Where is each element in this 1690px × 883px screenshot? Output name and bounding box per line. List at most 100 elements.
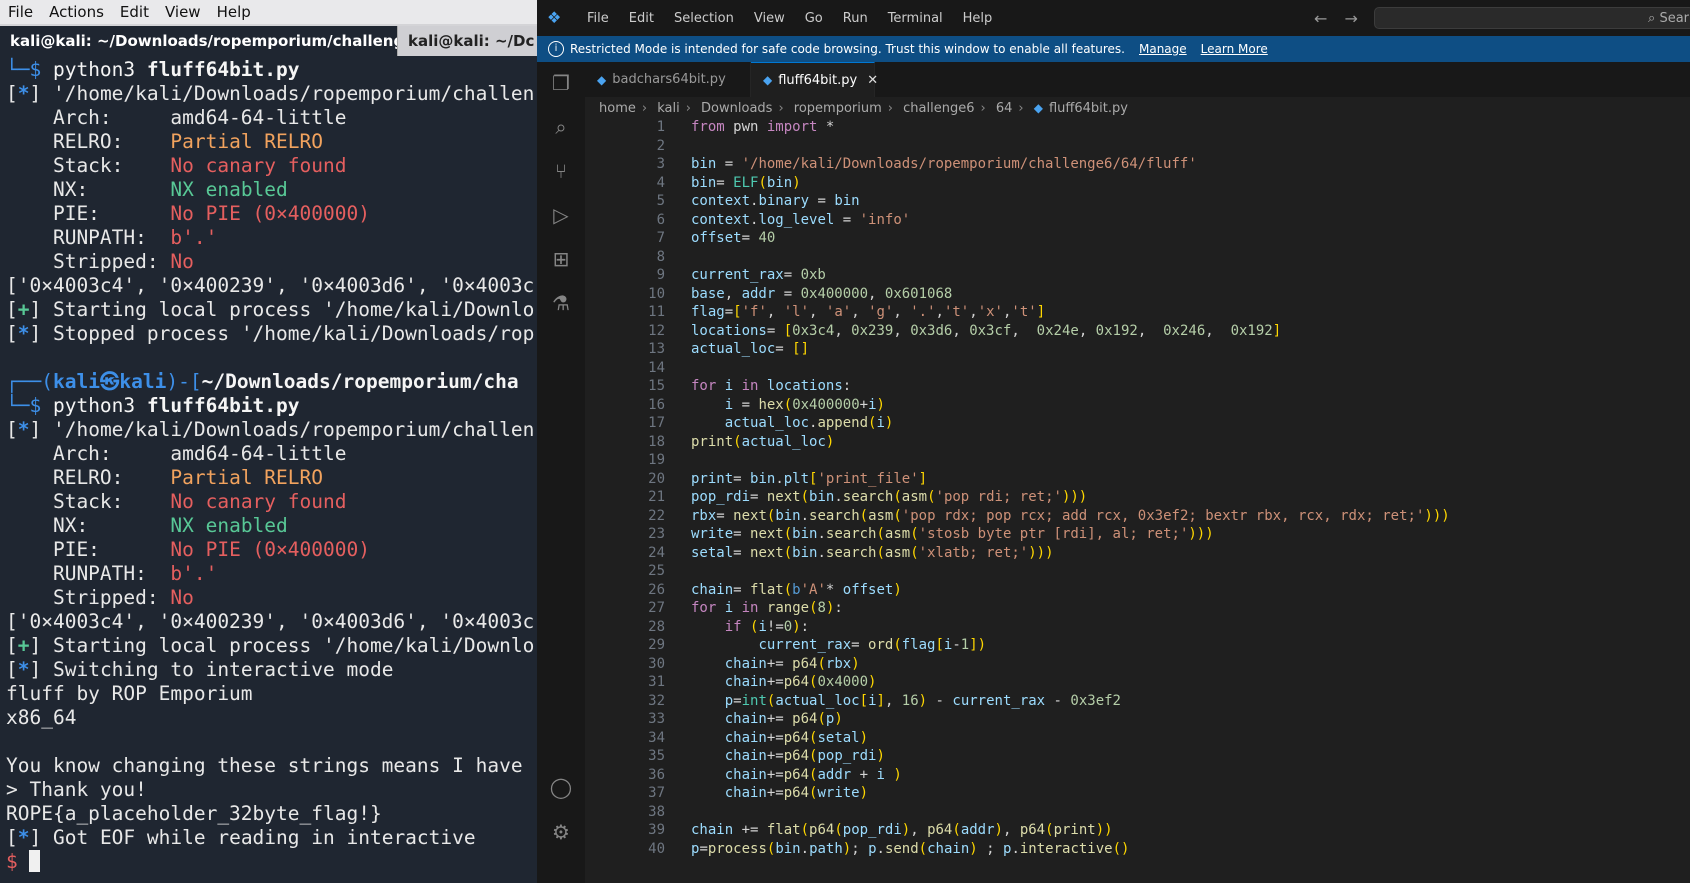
- code-token: (: [876, 526, 885, 542]
- command-center-search[interactable]: ⌕ Sear: [1374, 7, 1690, 29]
- breadcrumb-item[interactable]: kali: [657, 101, 680, 116]
- line-number: 22: [648, 507, 665, 524]
- breadcrumb-item[interactable]: fluff64bit.py: [1049, 101, 1128, 116]
- code-content[interactable]: from pwn import * bin = '/home/kali/Downl…: [691, 118, 1450, 858]
- terminal-text: python3: [52, 58, 147, 81]
- code-token: =: [733, 470, 751, 487]
- code-token: =: [716, 174, 734, 191]
- search-icon[interactable]: ⌕: [548, 114, 574, 140]
- code-token: =: [775, 285, 801, 302]
- line-number: 38: [648, 803, 665, 820]
- terminal-tab-inactive[interactable]: kali@kali: ~/Dc: [397, 26, 537, 56]
- breadcrumb-item[interactable]: challenge6: [903, 101, 974, 116]
- terminal-text: ] '/home/kali/Downloads/ropemporium/chal…: [29, 418, 535, 441]
- vs-menu-selection[interactable]: Selection: [664, 11, 744, 26]
- code-token: (: [893, 637, 902, 653]
- terminal-line: Arch: amd64-64-little: [6, 106, 537, 130]
- code-editor[interactable]: 1 2 3 4 5 6 7 8 9 10 11 12 13 14 15 16 17 18 19 20 21 22 23 24 2…: [585, 118, 1690, 883]
- line-number: 1: [656, 119, 665, 135]
- arrow-left-icon[interactable]: ←: [1314, 9, 1327, 28]
- code-token: search: [825, 544, 877, 561]
- code-token: +=: [766, 785, 784, 801]
- breadcrumb-item[interactable]: ropemporium: [794, 101, 882, 116]
- vs-menu-help[interactable]: Help: [953, 11, 1003, 26]
- tab-badchars64bit[interactable]: ◆ badchars64bit.py: [585, 62, 751, 97]
- breadcrumb-item[interactable]: 64: [996, 101, 1013, 116]
- code-token: process: [707, 840, 767, 857]
- terminal-text: RUNPATH:: [6, 562, 171, 585]
- terminal-line: NX: NX enabled: [6, 178, 537, 202]
- code-token: 't': [943, 304, 970, 320]
- code-token: -: [927, 692, 953, 709]
- close-icon[interactable]: ✕: [867, 73, 878, 88]
- search-icon: ⌕: [1648, 11, 1656, 26]
- terminal-text: ] Got EOF while reading in interactive: [29, 826, 476, 849]
- code-token: chain: [724, 766, 767, 783]
- vs-menu-file[interactable]: File: [577, 11, 619, 26]
- code-token: chain: [724, 711, 767, 727]
- code-token: .: [800, 507, 810, 524]
- code-token: search: [809, 507, 860, 524]
- code-token: in: [741, 378, 759, 394]
- gear-icon[interactable]: ⚙: [548, 819, 574, 845]
- code-token: 0x601068: [884, 285, 953, 302]
- menu-help[interactable]: Help: [209, 3, 259, 21]
- terminal-line: └─$ python3 fluff64bit.py: [6, 394, 537, 418]
- code-token: ,: [834, 322, 852, 339]
- code-token: print: [691, 470, 734, 487]
- code-token: ): [851, 655, 860, 672]
- account-icon[interactable]: ◯: [548, 774, 574, 800]
- menu-actions[interactable]: Actions: [41, 3, 112, 21]
- explorer-icon[interactable]: ❐: [548, 70, 574, 96]
- code-token: pop_rdi: [691, 489, 751, 505]
- tab-label: fluff64bit.py: [778, 72, 858, 88]
- terminal-line: PIE: No PIE (0×400000): [6, 538, 537, 562]
- source-control-icon[interactable]: ⑂: [548, 158, 574, 184]
- vs-menu-terminal[interactable]: Terminal: [878, 11, 953, 26]
- terminal-line: ┌──(kali㉿kali)-[~/Downloads/ropemporium/…: [6, 370, 537, 394]
- extensions-icon[interactable]: ⊞: [548, 246, 574, 272]
- code-token: (: [733, 433, 742, 450]
- breadcrumb-item[interactable]: Downloads: [701, 101, 772, 116]
- code-token: write: [817, 785, 860, 801]
- shield-info-icon: i: [548, 41, 564, 57]
- menu-file[interactable]: File: [0, 3, 41, 21]
- breadcrumb-item[interactable]: home: [599, 101, 636, 116]
- chevron-right-icon: ›: [980, 101, 986, 116]
- code-token: +=: [766, 766, 784, 783]
- terminal-tab-active[interactable]: kali@kali: ~/Downloads/ropemporium/chall…: [0, 26, 469, 56]
- terminal-text: Arch: amd64-64-little: [6, 106, 347, 129]
- code-token: 'xlatb; ret;': [918, 544, 1029, 561]
- vs-menu-edit[interactable]: Edit: [619, 11, 664, 26]
- terminal-window[interactable]: File Actions Edit View Help kali@kali: ~…: [0, 0, 537, 883]
- vs-menu-view[interactable]: View: [744, 11, 795, 26]
- banner-manage-link[interactable]: Manage: [1139, 42, 1187, 56]
- code-token: actual_loc: [724, 415, 810, 431]
- code-token: actual_loc: [775, 692, 860, 709]
- vs-menu-go[interactable]: Go: [795, 11, 833, 26]
- run-debug-icon[interactable]: ▷: [548, 202, 574, 228]
- terminal-text: No PIE (0×400000): [170, 538, 370, 561]
- vs-menu-run[interactable]: Run: [833, 11, 878, 26]
- code-line: chain += flat(p64(pop_rdi), p64(addr), p…: [691, 821, 1450, 840]
- terminal-output[interactable]: └─$ python3 fluff64bit.py [*] '/home/kali…: [0, 56, 537, 874]
- code-line: p=int(actual_loc[i], 16) - current_rax -…: [691, 692, 1450, 711]
- terminal-text: [: [6, 82, 18, 105]
- terminal-text: Stack:: [6, 154, 171, 177]
- terminal-text: [: [6, 658, 18, 681]
- code-token: =: [766, 322, 784, 339]
- banner-learn-more-link[interactable]: Learn More: [1201, 42, 1268, 56]
- testing-icon[interactable]: ⚗: [548, 290, 574, 316]
- tab-fluff64bit[interactable]: ◆ fluff64bit.py ✕: [751, 62, 878, 97]
- code-token: ]): [969, 637, 987, 653]
- code-token: ))): [1061, 489, 1088, 505]
- line-number: 8: [656, 248, 665, 265]
- code-token: ,: [766, 304, 784, 320]
- code-token: ): [825, 433, 835, 450]
- arrow-right-icon[interactable]: →: [1345, 9, 1358, 28]
- code-token: 0x4000: [817, 674, 869, 690]
- menu-edit[interactable]: Edit: [112, 3, 157, 21]
- menu-view[interactable]: View: [157, 3, 209, 21]
- terminal-line: Stripped: No: [6, 250, 537, 274]
